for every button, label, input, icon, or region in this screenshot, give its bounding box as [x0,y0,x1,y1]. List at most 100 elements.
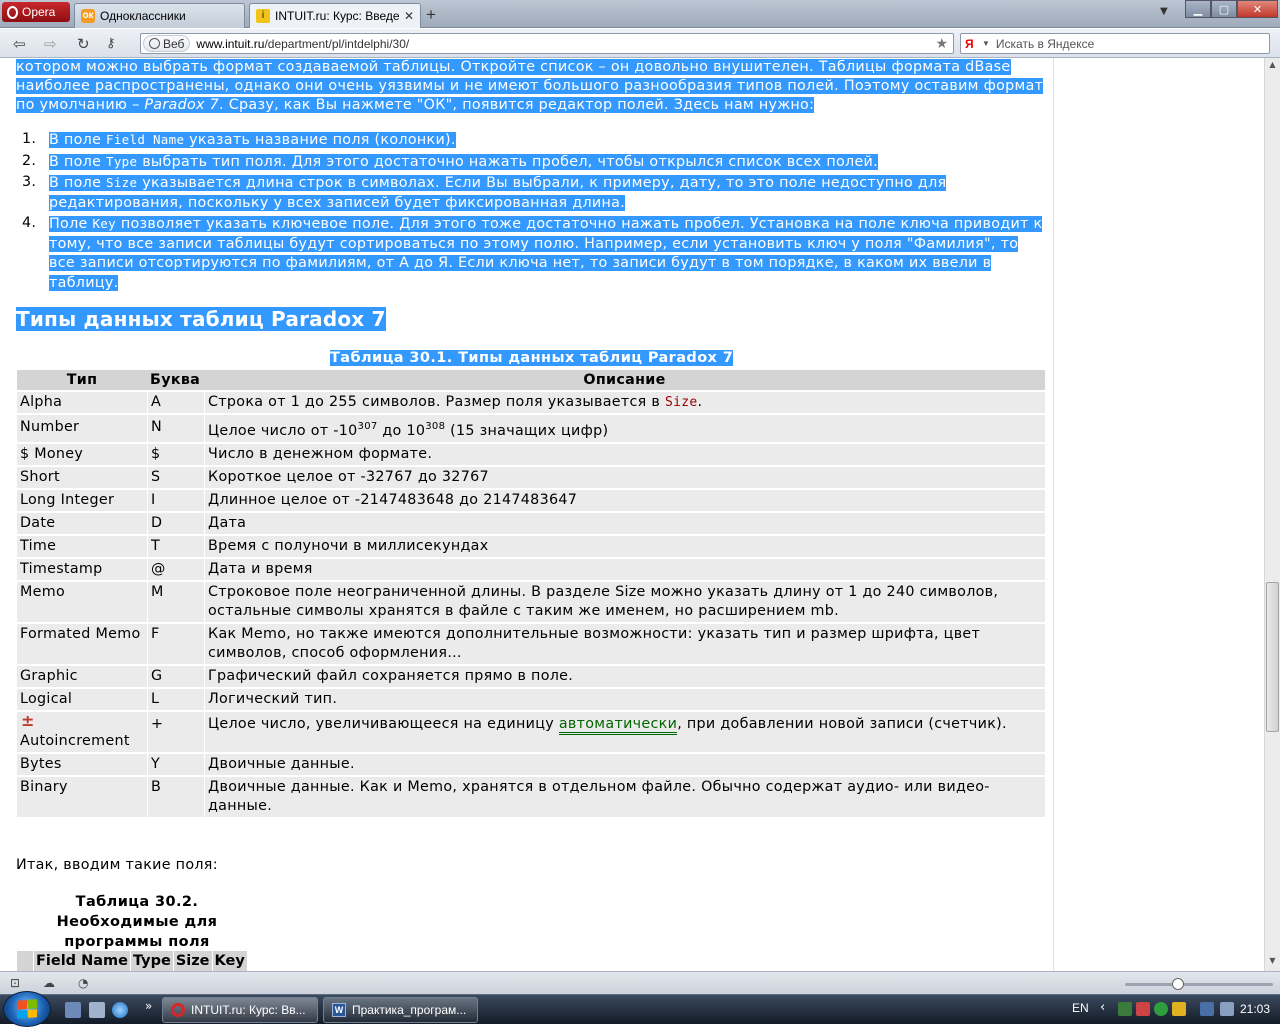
volume-icon[interactable] [1220,1002,1234,1016]
cell-type: Short [17,467,147,488]
step-text: В поле [49,132,107,148]
column-header-size: Size [172,951,212,971]
bookmark-star-icon[interactable]: ★ [935,35,948,52]
chevron-down-icon[interactable]: ▼ [982,39,990,48]
cell-type: Logical [17,689,147,710]
panel-toggle-icon[interactable]: ⊡ [10,976,20,990]
tray-app-icon[interactable] [1136,1002,1150,1016]
scroll-down-icon[interactable]: ▼ [1267,956,1278,965]
speed-dial-icon[interactable]: ◔ [78,976,88,990]
cell-description: Строка от 1 до 255 символов. Размер поля… [204,392,1045,413]
close-tab-icon[interactable]: ✕ [404,9,414,23]
taskbar-item-label: Практика_програм... [352,1003,467,1017]
tray-antivirus-icon[interactable] [1118,1002,1132,1016]
table-row: $ Money $ Число в денежном формате. [17,444,1045,465]
step-text: указывается длина строк в символах. Если… [49,175,947,211]
step-text: Поле [49,216,93,232]
cell-letter: G [147,666,204,687]
lead-paragraph: котором можно выбрать формат создаваемой… [16,58,1046,115]
cell-type: Formated Memo [17,624,147,664]
system-clock[interactable]: 21:03 [1240,1002,1270,1016]
table-row: Date D Дата [17,513,1045,534]
cell-letter: $ [147,444,204,465]
back-arrow-icon[interactable]: ⇦ [13,35,26,53]
zoom-slider-knob[interactable] [1172,978,1184,990]
tab-list-chevron-icon[interactable]: ▼ [1160,6,1168,17]
close-window-button[interactable]: ✕ [1237,0,1278,18]
taskbar-item-word[interactable]: W Практика_програм... [323,997,478,1023]
desc-text: Целое число от -10 [208,423,358,439]
forward-arrow-icon[interactable]: ⇨ [44,35,57,53]
tray-info-icon[interactable] [1154,1002,1168,1016]
address-bar[interactable]: Веб www.intuit.ru/department/pl/intdelph… [140,33,954,54]
address-url[interactable]: www.intuit.ru/department/pl/intdelphi/30… [196,37,935,51]
reload-icon[interactable]: ↻ [77,35,90,53]
tray-alert-icon[interactable] [1172,1002,1186,1016]
content-divider [1053,58,1054,971]
windows-logo-icon [17,999,37,1019]
taskbar-item-opera[interactable]: INTUIT.ru: Курс: Вв... [162,997,318,1023]
steps-list: 1. В поле Field Name указать название пол… [22,130,1046,294]
table-row: Alpha A Строка от 1 до 255 символов. Раз… [17,392,1045,413]
cell-type: Long Integer [17,490,147,511]
cell-letter: + [147,712,204,752]
cell-description: Двоичные данные. [204,754,1045,775]
cell-letter: I [147,490,204,511]
scroll-thumb[interactable] [1266,582,1279,732]
desc-text: (15 значащих цифр) [445,423,609,439]
yandex-icon: Я [965,36,974,51]
autoincrement-plus-icon: ± [21,711,35,730]
column-header-type: Type [129,951,173,971]
key-icon[interactable]: ⚷ [106,36,116,51]
desc-text: Строка от 1 до 255 символов. Размер поля… [208,394,665,410]
cell-description: Короткое целое от -32767 до 32767 [204,467,1045,488]
cell-type: $ Money [17,444,147,465]
table-row: Logical L Логический тип. [17,689,1045,710]
cell-description: Целое число от -10307 до 10308 (15 знача… [204,415,1045,442]
search-field[interactable]: Я ▼ Искать в Яндексе [960,33,1270,54]
tab-odnoklassniki[interactable]: ок Одноклассники [74,3,245,28]
cell-letter: M [147,582,204,622]
new-tab-button[interactable]: + [426,5,436,25]
cell-letter: A [147,392,204,413]
cell-description: Целое число, увеличивающееся на единицу … [204,712,1045,752]
table-row: ± Autoincrement + Целое число, увеличиваю… [17,712,1045,752]
cell-type: Binary [17,777,147,817]
cell-letter: @ [147,559,204,580]
taskbar: » INTUIT.ru: Курс: Вв... W Практика_прог… [0,991,1280,1027]
internet-explorer-icon[interactable] [112,1002,128,1018]
desc-link[interactable]: автоматически [558,716,678,735]
address-path: /department/pl/intdelphi/30/ [264,36,410,51]
tab-intuit[interactable]: i INTUIT.ru: Курс: Введе... ✕ [249,3,421,28]
switch-windows-icon[interactable] [89,1002,105,1018]
opera-menu-label: Opera [22,5,56,19]
desc-exponent: 308 [425,421,446,432]
vertical-scrollbar[interactable]: ▲ ▼ [1264,58,1280,971]
show-desktop-icon[interactable] [65,1002,81,1018]
cell-type: Number [17,415,147,442]
web-badge[interactable]: Веб [143,35,191,52]
start-button[interactable] [3,991,51,1027]
opera-menu-button[interactable]: Opera [2,2,70,22]
cell-type: ± Autoincrement [17,712,147,752]
table-row: Memo M Строковое поле неограниченной дли… [17,582,1045,622]
column-header-spacer [17,951,33,971]
tray-expand-icon[interactable]: ‹ [1100,1000,1105,1015]
step-text: позволяет указать ключевое поле. Для это… [49,216,1043,291]
quicklaunch-more-icon[interactable]: » [145,999,152,1013]
network-icon[interactable] [1200,1002,1214,1016]
list-number: 4. [22,215,37,231]
minimize-button[interactable]: ▁ [1185,0,1211,18]
cell-type: Bytes [17,754,147,775]
maximize-button[interactable]: ▢ [1211,0,1237,18]
step-text: указать название поля (колонки). [184,132,456,148]
cloud-icon[interactable]: ☁ [43,976,55,990]
cell-description: Строковое поле неограниченной длины. В р… [204,582,1045,622]
scroll-up-icon[interactable]: ▲ [1267,60,1278,69]
tab-title: Одноклассники [100,9,186,23]
desc-text: , при добавлении новой записи (счетчик). [677,716,1007,732]
tab-title: INTUIT.ru: Курс: Введе... [275,9,399,23]
odnoklassniki-icon: ок [81,9,95,23]
language-indicator[interactable]: EN [1072,1001,1089,1015]
zoom-slider[interactable] [1125,983,1273,986]
